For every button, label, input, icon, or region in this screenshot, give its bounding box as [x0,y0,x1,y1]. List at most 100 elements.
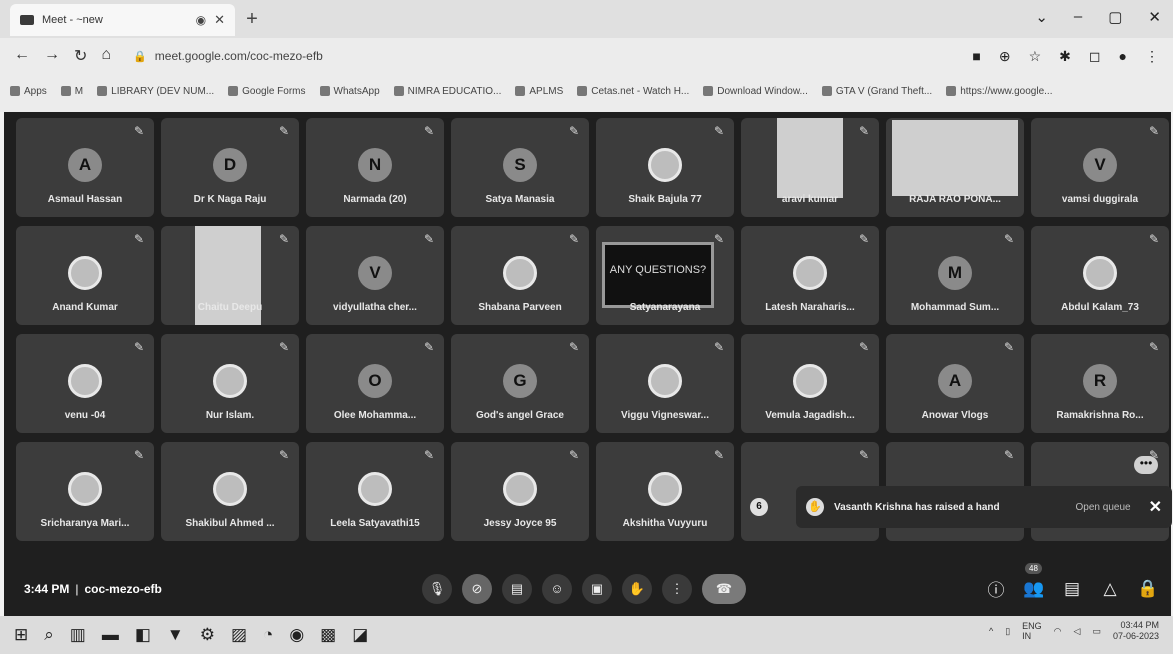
menu-icon[interactable]: ⋮ [1145,48,1159,65]
close-tab-icon[interactable]: ✕ [214,12,225,28]
participant-tile[interactable]: ✎ N Narmada (20) [306,118,444,217]
brave-icon[interactable]: ▼ [167,625,184,645]
participant-tile[interactable]: ✎ D Dr K Naga Raju [161,118,299,217]
maximize-button[interactable]: ▢ [1108,8,1122,26]
bookmark-item[interactable]: GTA V (Grand Theft... [821,86,932,97]
bookmark-item[interactable]: NIMRA EDUCATIO... [393,86,501,97]
participant-tile[interactable]: ✎ Abdul Kalam_73 [1031,226,1169,325]
profile-icon[interactable]: ● [1119,48,1127,65]
participant-tile[interactable]: ✎ Nur Islam. [161,334,299,433]
present-icon[interactable]: ▣ [582,574,612,604]
participant-tile[interactable]: ✎ Sricharanya Mari... [16,442,154,541]
participant-name: Jessy Joyce 95 [483,518,557,529]
battery-icon[interactable]: ▯ [1005,626,1010,637]
bookmark-item[interactable]: https://www.google... [946,86,1053,97]
address-bar[interactable]: 🔒 meet.google.com/coc-mezo-efb [127,43,1007,69]
lock-icon[interactable]: 🔒 [1137,579,1159,599]
bookmark-item[interactable]: Download Window... [703,86,808,97]
participant-tile[interactable]: ✎ Akshitha Vuyyuru [596,442,734,541]
language-indicator[interactable]: ENG IN [1022,621,1042,641]
store-icon[interactable]: ◧ [135,625,151,645]
participant-tile[interactable]: ✎ Vemula Jagadish... [741,334,879,433]
info-icon[interactable]: ⓘ [985,576,1007,601]
clock[interactable]: 03:44 PM 07-06-2023 [1113,620,1159,642]
chat-icon[interactable]: ▤ [1061,579,1083,599]
tab-meet[interactable]: Meet - ~new ◉ ✕ [10,4,235,36]
bookmark-item[interactable]: M [60,86,83,97]
volume-icon[interactable]: ◁ [1074,626,1081,637]
participant-tile[interactable]: ✎ Shaik Bajula 77 [596,118,734,217]
star-icon[interactable]: ☆ [1029,48,1042,65]
reload-icon[interactable]: ↻ [74,46,87,66]
lock-icon[interactable]: 🔒 [133,50,147,63]
bookmark-item[interactable]: Cetas.net - Watch H... [577,86,689,97]
mic-icon[interactable]: 🎙 [422,574,452,604]
chrome-icon[interactable]: ◉ [289,625,304,645]
zoom-icon[interactable]: ⊕ [999,48,1011,65]
tab-search-icon[interactable]: ⌄ [1035,8,1048,26]
emoji-icon[interactable]: ☺ [542,574,572,604]
participant-tile[interactable]: ✎ A Anowar Vlogs [886,334,1024,433]
participant-tile[interactable]: ✎ Jessy Joyce 95 [451,442,589,541]
participant-tile[interactable]: ✎ Anand Kumar [16,226,154,325]
close-window-button[interactable]: ✕ [1148,8,1161,26]
camera-off-icon[interactable]: ⊘ [462,574,492,604]
close-notification-icon[interactable]: ✕ [1149,497,1162,517]
activities-icon[interactable]: △ [1099,579,1121,599]
more-icon[interactable]: ⋮ [662,574,692,604]
avatar [793,364,827,398]
open-queue-button[interactable]: Open queue [1076,502,1131,513]
photos-icon[interactable]: ▨ [231,625,247,645]
participant-tile[interactable]: ✎ Shakibul Ahmed ... [161,442,299,541]
participant-tile[interactable]: ✎ Latesh Naraharis... [741,226,879,325]
more-options-icon[interactable]: ••• [1134,456,1158,474]
mic-muted-icon: ✎ [568,340,580,354]
acrobat-icon[interactable]: ◪ [352,625,368,645]
app-icon[interactable]: ▩ [320,625,336,645]
split-icon[interactable]: ◻ [1089,48,1101,65]
wifi-icon[interactable]: ◠ [1054,626,1062,637]
participant-tile[interactable]: ✎ S Satya Manasia [451,118,589,217]
puzzle-icon[interactable]: ✱ [1059,48,1071,65]
search-icon[interactable]: ⌕ [44,625,54,645]
bookmark-item[interactable]: WhatsApp [319,86,380,97]
task-view-icon[interactable]: ▥ [70,625,86,645]
raise-hand-icon[interactable]: ✋ [622,574,652,604]
participant-tile[interactable]: ✎RAJA RAO PONA... [886,118,1024,217]
participant-tile[interactable]: ✎ aravi kumar [741,118,879,217]
bookmark-item[interactable]: LIBRARY (DEV NUM... [97,86,214,97]
participant-tile[interactable]: ✎ Viggu Vigneswar... [596,334,734,433]
bookmark-item[interactable]: APLMS [515,86,563,97]
whatsapp-icon[interactable]: ◔ [263,625,273,645]
explorer-icon[interactable]: ▬ [102,625,119,645]
participant-tile[interactable]: ✎ Vvamsi duggirala [1031,118,1169,217]
forward-icon[interactable]: → [44,46,60,66]
participant-tile[interactable]: ✎ R Ramakrishna Ro... [1031,334,1169,433]
participant-tile[interactable]: ✎ Chaitu Deepu [161,226,299,325]
participant-tile[interactable]: ✎ Shabana Parveen [451,226,589,325]
leave-call-icon[interactable]: ☎ [702,574,746,604]
participant-name: vidyullatha cher... [333,302,417,313]
bookmark-item[interactable]: Google Forms [228,86,306,97]
new-tab-button[interactable]: + [240,8,264,32]
camera-icon[interactable]: ■ [972,48,980,65]
participant-tile[interactable]: ✎ A Asmaul Hassan [16,118,154,217]
windows-start-icon[interactable]: ⊞ [14,625,28,645]
participant-tile[interactable]: ✎ Leela Satyavathi15 [306,442,444,541]
home-icon[interactable]: ⌂ [101,46,111,66]
people-icon[interactable]: 👥 48 [1023,562,1045,599]
participant-tile[interactable]: ✎ ANY QUESTIONS? Satyanarayana [596,226,734,325]
minimize-button[interactable]: – [1074,8,1082,26]
participant-tile[interactable]: ✎ M Mohammad Sum... [886,226,1024,325]
bookmark-label: Download Window... [717,85,808,97]
display-icon[interactable]: ▭ [1092,626,1101,637]
settings-icon[interactable]: ⚙ [200,625,215,645]
participant-tile[interactable]: ✎ Vvidyullatha cher... [306,226,444,325]
captions-icon[interactable]: ▤ [502,574,532,604]
participant-tile[interactable]: ✎ O Olee Mohamma... [306,334,444,433]
bookmark-item[interactable]: Apps [10,86,47,97]
participant-tile[interactable]: ✎ G God's angel Grace [451,334,589,433]
chevron-up-icon[interactable]: ^ [989,626,993,636]
participant-tile[interactable]: ✎ venu -04 [16,334,154,433]
back-icon[interactable]: ← [14,46,30,66]
